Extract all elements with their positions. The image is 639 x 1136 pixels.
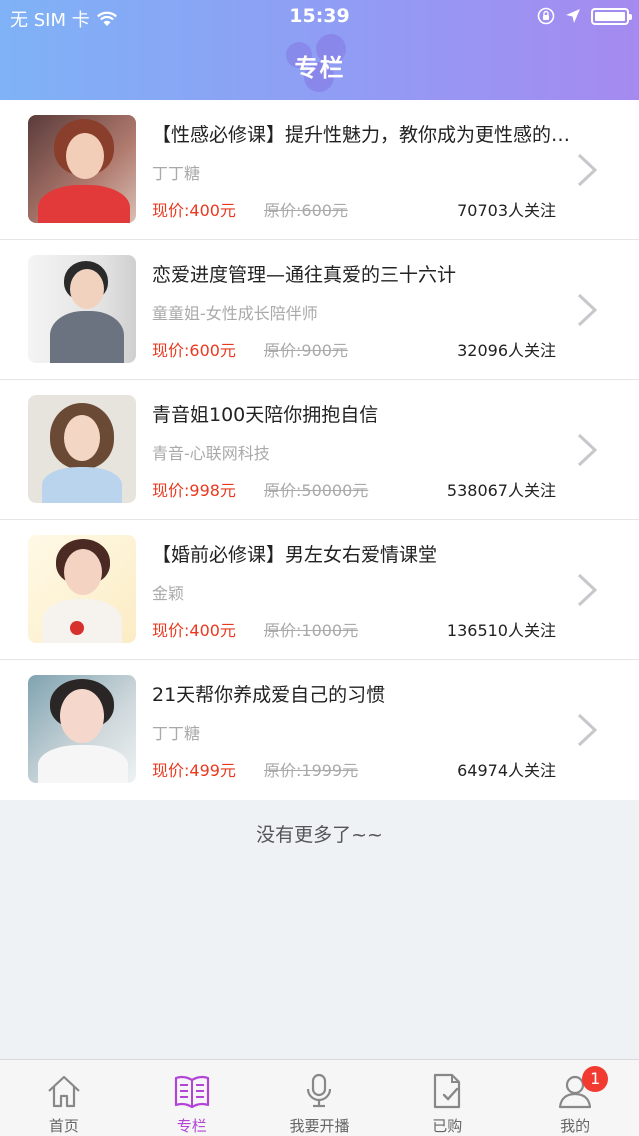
chevron-right-icon	[577, 293, 598, 327]
current-price: 现价:600元	[152, 341, 236, 360]
tab-bar: 首页 专栏 我要开播 已购 我的 1	[0, 1059, 639, 1136]
follower-count: 64974人关注	[457, 761, 556, 780]
tab-me[interactable]: 我的 1	[511, 1060, 639, 1136]
tab-column[interactable]: 专栏	[128, 1060, 256, 1136]
course-thumbnail	[28, 115, 136, 223]
status-bar: 无 SIM 卡 15:39	[0, 0, 639, 36]
notification-badge: 1	[582, 1066, 609, 1092]
course-thumbnail	[28, 675, 136, 783]
course-thumbnail	[28, 535, 136, 643]
course-author: 童童姐-女性成长陪伴师	[152, 304, 318, 323]
chevron-right-icon	[577, 153, 598, 187]
tab-label: 我的	[560, 1117, 591, 1135]
tab-go-live[interactable]: 我要开播	[256, 1060, 384, 1136]
course-title: 【婚前必修课】男左女右爱情课堂	[152, 544, 438, 566]
course-title: 【性感必修课】提升性魅力，教你成为更性感的女人	[152, 124, 572, 146]
chevron-right-icon	[577, 573, 598, 607]
current-price: 现价:499元	[152, 761, 236, 780]
purchased-doc-icon	[434, 1073, 461, 1109]
list-end-message: 没有更多了~~	[256, 824, 383, 846]
course-item[interactable]: 【性感必修课】提升性魅力，教你成为更性感的女人 丁丁糖 现价:400元 原价:6…	[0, 100, 639, 240]
location-icon	[566, 9, 580, 23]
current-price: 现价:400元	[152, 621, 236, 640]
tab-label: 专栏	[176, 1117, 207, 1135]
screen: 无 SIM 卡 15:39 专栏 【性感必修课】提升性魅力，教你成为更性感的女人…	[0, 0, 639, 1136]
course-thumbnail	[28, 255, 136, 363]
book-icon	[174, 1075, 209, 1109]
tab-label: 首页	[48, 1117, 79, 1135]
tab-home[interactable]: 首页	[0, 1060, 128, 1136]
tab-label: 我要开播	[289, 1117, 350, 1135]
battery-icon	[591, 7, 632, 25]
follower-count: 538067人关注	[446, 481, 556, 500]
page-title: 专栏	[294, 54, 345, 82]
chevron-right-icon	[577, 433, 598, 467]
course-item[interactable]: 【婚前必修课】男左女右爱情课堂 金颖 现价:400元 原价:1000元 1365…	[0, 520, 639, 660]
course-item[interactable]: 21天帮你养成爱自己的习惯 丁丁糖 现价:499元 原价:1999元 64974…	[0, 660, 639, 800]
microphone-icon	[307, 1073, 332, 1108]
course-author: 丁丁糖	[152, 724, 201, 743]
course-author: 金颖	[152, 584, 185, 603]
original-price: 原价:1000元	[264, 621, 359, 640]
tab-purchased[interactable]: 已购	[383, 1060, 511, 1136]
course-item[interactable]: 恋爱进度管理—通往真爱的三十六计 童童姐-女性成长陪伴师 现价:600元 原价:…	[0, 240, 639, 380]
chevron-right-icon	[577, 713, 598, 747]
original-price: 原价:50000元	[264, 481, 369, 500]
original-price: 原价:1999元	[264, 761, 359, 780]
course-title: 21天帮你养成爱自己的习惯	[152, 684, 386, 706]
header: 无 SIM 卡 15:39 专栏	[0, 0, 639, 100]
original-price: 原价:600元	[264, 201, 348, 220]
follower-count: 70703人关注	[457, 201, 556, 220]
follower-count: 32096人关注	[457, 341, 556, 360]
tab-label: 已购	[432, 1117, 463, 1135]
course-author: 青音-心联网科技	[152, 444, 270, 463]
rotation-lock-icon	[537, 7, 555, 25]
home-icon	[48, 1075, 80, 1108]
original-price: 原价:900元	[264, 341, 348, 360]
current-price: 现价:998元	[152, 481, 236, 500]
course-title: 恋爱进度管理—通往真爱的三十六计	[152, 264, 457, 286]
follower-count: 136510人关注	[446, 621, 556, 640]
status-indicators	[537, 7, 632, 25]
course-title: 青音姐100天陪你拥抱自信	[152, 404, 379, 426]
course-list: 【性感必修课】提升性魅力，教你成为更性感的女人 丁丁糖 现价:400元 原价:6…	[0, 100, 639, 800]
current-price: 现价:400元	[152, 201, 236, 220]
course-thumbnail	[28, 395, 136, 503]
course-item[interactable]: 青音姐100天陪你拥抱自信 青音-心联网科技 现价:998元 原价:50000元…	[0, 380, 639, 520]
course-author: 丁丁糖	[152, 164, 201, 183]
